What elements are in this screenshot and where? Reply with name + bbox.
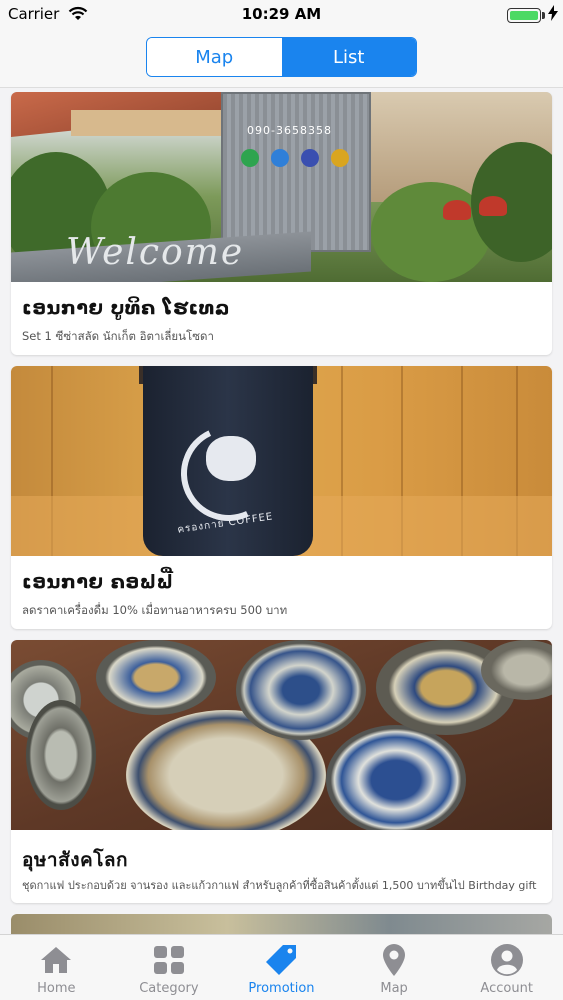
grid-icon xyxy=(152,943,186,977)
nav-header: Map List xyxy=(0,30,563,88)
tab-label: Home xyxy=(37,981,76,996)
tab-home[interactable]: Home xyxy=(0,935,113,1000)
tab-label: Promotion xyxy=(248,981,315,996)
tab-account[interactable]: Account xyxy=(450,935,563,1000)
battery-cap xyxy=(542,12,545,19)
card-description: ชุดกาแฟ ประกอบด้วย จานรอง และแก้วกาแฟ สำ… xyxy=(22,879,537,892)
view-segmented-control: Map List xyxy=(146,37,417,77)
home-icon xyxy=(39,943,73,977)
coffee-photo: ครองกาย COFFEE xyxy=(11,366,552,556)
tab-label: Account xyxy=(480,981,533,996)
promotion-card[interactable]: อุษาสังคโลก ชุดกาแฟ ประกอบด้วย จานรอง แล… xyxy=(11,640,552,903)
charging-icon xyxy=(548,5,558,25)
tab-bar: Home Category Promotion Map Account xyxy=(0,934,563,1000)
promotion-card[interactable]: ครองกาย COFFEE ເອນກາຍ ຄອຟຟີ່ ลดราคาเครื่… xyxy=(11,366,552,629)
sign-phone: 090-3658358 xyxy=(247,124,332,137)
welcome-sign: Welcome xyxy=(66,232,245,273)
tag-icon xyxy=(263,943,299,977)
battery-icon xyxy=(507,8,541,23)
status-bar: Carrier 10:29 AM xyxy=(0,0,563,30)
tab-category[interactable]: Category xyxy=(113,935,226,1000)
status-time: 10:29 AM xyxy=(241,5,322,23)
tab-map[interactable]: Map xyxy=(338,935,451,1000)
card-description: ลดราคาเครื่องดื่ม 10% เมื่อทานอาหารครบ 5… xyxy=(22,603,288,617)
ceramics-photo xyxy=(11,640,552,830)
segment-list[interactable]: List xyxy=(281,38,416,76)
card-title: ເອນກາຍ ຄອຟຟີ່ xyxy=(22,571,174,593)
hotel-photo: 090-3658358 Welcome xyxy=(11,92,552,282)
card-title: ເອນກາຍ ບູທິຄ ໂຮເທລ xyxy=(22,297,230,319)
promotion-card[interactable]: 090-3658358 Welcome ເອນກາຍ ບູທິຄ ໂຮເທລ S… xyxy=(11,92,552,355)
map-pin-icon xyxy=(381,943,407,977)
user-icon xyxy=(490,943,524,977)
tab-label: Category xyxy=(139,981,199,996)
tab-promotion[interactable]: Promotion xyxy=(225,935,338,1000)
promotion-list[interactable]: 090-3658358 Welcome ເອນກາຍ ບູທິຄ ໂຮເທລ S… xyxy=(0,92,563,934)
promotion-card-partial[interactable] xyxy=(11,914,552,934)
tab-label: Map xyxy=(380,981,408,996)
card-description: Set 1 ซีซ่าสลัด นักเก็ต อิตาเลี่ยนโซดา xyxy=(22,329,214,343)
card-title: อุษาสังคโลก xyxy=(22,849,129,871)
segment-map[interactable]: Map xyxy=(147,38,282,76)
